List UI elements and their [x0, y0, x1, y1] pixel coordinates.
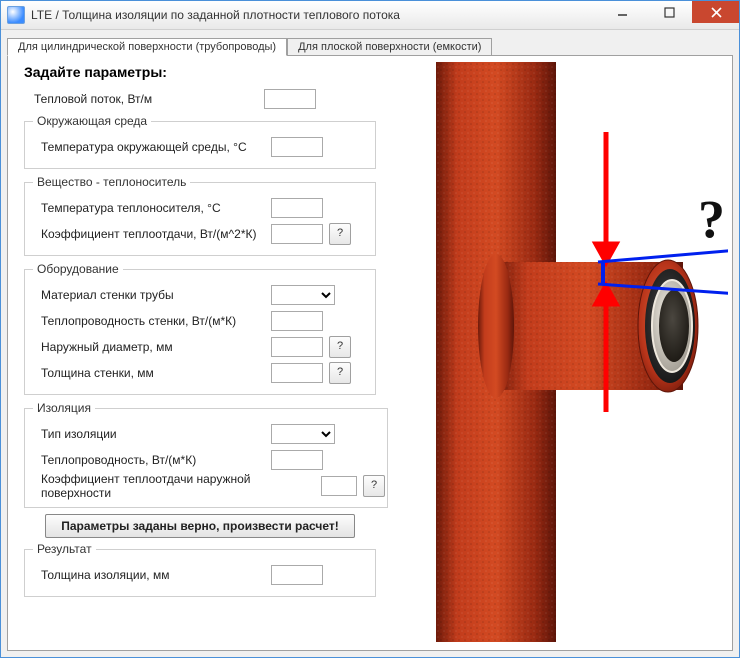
insul-type-select[interactable]: [271, 424, 335, 444]
fluid-coef-label: Коэффициент теплоотдачи, Вт/(м^2*К): [41, 227, 271, 241]
close-button[interactable]: [692, 1, 739, 23]
group-insulation: Изоляция Тип изоляции Теплопроводность, …: [24, 401, 388, 508]
window-controls: [598, 1, 739, 23]
heat-flux-input[interactable]: [264, 89, 316, 109]
row-insul-coef: Коэффициент теплоотдачи наружной поверхн…: [41, 475, 385, 497]
insul-coef-label: Коэффициент теплоотдачи наружной поверхн…: [41, 472, 321, 500]
result-thickness-label: Толщина изоляции, мм: [41, 568, 271, 582]
calculate-button[interactable]: Параметры заданы верно, произвести расче…: [45, 514, 355, 538]
tab-cylindrical[interactable]: Для цилиндрической поверхности (трубопро…: [7, 38, 287, 56]
insul-coef-input[interactable]: [321, 476, 357, 496]
group-environment-legend: Окружающая среда: [33, 114, 151, 128]
close-icon: [711, 7, 722, 18]
row-equip-outer-d: Наружный диаметр, мм ?: [41, 336, 373, 358]
question-mark-icon: ?: [698, 189, 725, 249]
fluid-coef-help-button[interactable]: ?: [329, 223, 351, 245]
equip-wall-th-help-button[interactable]: ?: [329, 362, 351, 384]
tabstrip: Для цилиндрической поверхности (трубопро…: [7, 33, 733, 55]
client-area: Для цилиндрической поверхности (трубопро…: [7, 33, 733, 651]
group-insulation-legend: Изоляция: [33, 401, 95, 415]
minimize-icon: [617, 7, 628, 18]
equip-wall-th-input[interactable]: [271, 363, 323, 383]
equip-material-label: Материал стенки трубы: [41, 288, 271, 302]
group-result-legend: Результат: [33, 542, 96, 556]
row-equip-conduct: Теплопроводность стенки, Вт/(м*К): [41, 310, 373, 332]
group-result: Результат Толщина изоляции, мм: [24, 542, 376, 597]
group-fluid: Вещество - теплоноситель Температура теп…: [24, 175, 376, 256]
row-insul-type: Тип изоляции: [41, 423, 385, 445]
equip-outer-d-label: Наружный диаметр, мм: [41, 340, 271, 354]
row-equip-material: Материал стенки трубы: [41, 284, 373, 306]
window-title: LTE / Толщина изоляции по заданной плотн…: [31, 8, 400, 22]
group-environment: Окружающая среда Температура окружающей …: [24, 114, 376, 169]
env-temp-label: Температура окружающей среды, °C: [41, 140, 271, 154]
equip-outer-d-input[interactable]: [271, 337, 323, 357]
row-env-temp: Температура окружающей среды, °C: [41, 136, 373, 158]
result-thickness-output[interactable]: [271, 565, 323, 585]
equip-conduct-input[interactable]: [271, 311, 323, 331]
insul-conduct-label: Теплопроводность, Вт/(м*К): [41, 453, 271, 467]
insul-type-label: Тип изоляции: [41, 427, 271, 441]
app-icon: [7, 6, 25, 24]
minimize-button[interactable]: [598, 1, 645, 23]
equip-material-select[interactable]: [271, 285, 335, 305]
equip-conduct-label: Теплопроводность стенки, Вт/(м*К): [41, 314, 271, 328]
tab-flat[interactable]: Для плоской поверхности (емкости): [287, 38, 492, 56]
tab-page: Задайте параметры: Тепловой поток, Вт/м …: [7, 55, 733, 651]
group-fluid-legend: Вещество - теплоноситель: [33, 175, 190, 189]
pipe-illustration-svg: ?: [398, 62, 728, 642]
group-equipment: Оборудование Материал стенки трубы Тепло…: [24, 262, 376, 395]
equip-outer-d-help-button[interactable]: ?: [329, 336, 351, 358]
app-window: LTE / Толщина изоляции по заданной плотн…: [0, 0, 740, 658]
pipe-illustration: ?: [398, 62, 728, 644]
row-equip-wall-th: Толщина стенки, мм ?: [41, 362, 373, 384]
fluid-temp-label: Температура теплоносителя, °C: [41, 201, 271, 215]
maximize-icon: [664, 7, 675, 18]
heat-flux-label: Тепловой поток, Вт/м: [34, 92, 264, 106]
group-equipment-legend: Оборудование: [33, 262, 123, 276]
form-area: Задайте параметры: Тепловой поток, Вт/м …: [8, 56, 388, 611]
row-fluid-coef: Коэффициент теплоотдачи, Вт/(м^2*К) ?: [41, 223, 373, 245]
titlebar: LTE / Толщина изоляции по заданной плотн…: [1, 1, 739, 30]
fluid-coef-input[interactable]: [271, 224, 323, 244]
maximize-button[interactable]: [645, 1, 692, 23]
fluid-temp-input[interactable]: [271, 198, 323, 218]
row-result-thickness: Толщина изоляции, мм: [41, 564, 373, 586]
insul-coef-help-button[interactable]: ?: [363, 475, 385, 497]
env-temp-input[interactable]: [271, 137, 323, 157]
equip-wall-th-label: Толщина стенки, мм: [41, 366, 271, 380]
insul-conduct-input[interactable]: [271, 450, 323, 470]
page-heading: Задайте параметры:: [24, 64, 380, 80]
row-heat-flux: Тепловой поток, Вт/м: [34, 88, 380, 110]
row-insul-conduct: Теплопроводность, Вт/(м*К): [41, 449, 385, 471]
row-fluid-temp: Температура теплоносителя, °C: [41, 197, 373, 219]
